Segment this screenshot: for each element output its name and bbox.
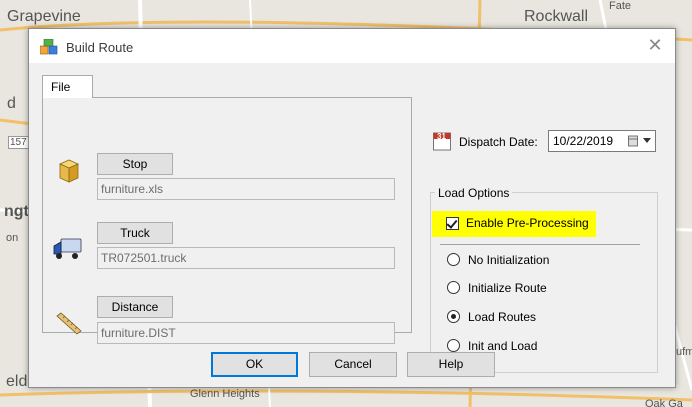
- stop-file-field[interactable]: furniture.xls: [97, 178, 395, 200]
- dialog-body: File Stop furniture.xls Truck TR072501.t…: [29, 63, 675, 387]
- calendar-icon-day: 31: [437, 132, 446, 141]
- truck-file-field[interactable]: TR072501.truck: [97, 247, 395, 269]
- map-label-rockwall: Rockwall: [524, 8, 589, 25]
- tab-file-label: File: [51, 80, 71, 94]
- enable-preprocessing-checkbox[interactable]: [446, 217, 459, 230]
- build-route-dialog: Build Route ✕ File Stop furniture.xls Tr…: [28, 28, 676, 388]
- radio-load-routes[interactable]: [447, 310, 460, 323]
- map-label-edge: ngt: [4, 203, 29, 220]
- map-label-fate: Fate: [609, 0, 632, 12]
- checkmark-icon: [446, 217, 458, 229]
- cancel-button[interactable]: Cancel: [309, 352, 397, 377]
- enable-preprocessing-label[interactable]: Enable Pre-Processing: [466, 216, 589, 230]
- date-picker-calendar-icon[interactable]: [628, 135, 638, 147]
- radio-init-and-load[interactable]: [447, 339, 460, 352]
- ok-button[interactable]: OK: [211, 352, 298, 377]
- tab-file[interactable]: File: [42, 75, 93, 98]
- help-button[interactable]: Help: [407, 352, 495, 377]
- map-label-edge: ufm: [676, 346, 692, 358]
- map-label-glenn-heights: Glenn Heights: [190, 388, 260, 400]
- dialog-title: Build Route: [66, 40, 134, 55]
- radio-load-routes-label[interactable]: Load Routes: [468, 310, 536, 324]
- radio-no-initialization-label[interactable]: No Initialization: [468, 253, 549, 267]
- radio-initialize-route-label[interactable]: Initialize Route: [468, 281, 547, 295]
- map-label-edge: on: [6, 232, 19, 244]
- distance-file-field[interactable]: furniture.DIST: [97, 322, 395, 344]
- map-label-edge: eld: [6, 373, 28, 390]
- radio-init-and-load-label[interactable]: Init and Load: [468, 339, 537, 353]
- map-label-edge: Oak Ga: [645, 398, 683, 407]
- dispatch-date-value: 10/22/2019: [553, 134, 614, 148]
- truck-button[interactable]: Truck: [97, 222, 173, 244]
- build-route-app-icon: [40, 39, 58, 55]
- ruler-icon: [56, 312, 82, 335]
- map-label-edge: d: [7, 95, 16, 112]
- calendar-icon: 31: [433, 131, 451, 151]
- radio-initialize-route[interactable]: [447, 281, 460, 294]
- dispatch-date-label: Dispatch Date:: [459, 135, 538, 149]
- chevron-down-icon[interactable]: [643, 138, 651, 143]
- radio-selected-dot: [451, 314, 456, 319]
- dispatch-date-picker[interactable]: 10/22/2019: [548, 130, 656, 152]
- truck-icon: [53, 238, 82, 259]
- map-label-grapevine: Grapevine: [7, 8, 81, 25]
- radio-no-initialization[interactable]: [447, 253, 460, 266]
- close-icon: ✕: [647, 35, 663, 55]
- close-button[interactable]: ✕: [645, 35, 665, 55]
- map-label-highway: 157: [8, 136, 29, 149]
- load-options-label: Load Options: [435, 186, 513, 200]
- stop-button[interactable]: Stop: [97, 153, 173, 175]
- distance-button[interactable]: Distance: [97, 296, 173, 318]
- dialog-titlebar[interactable]: Build Route ✕: [29, 29, 675, 63]
- file-tab-panel: Stop furniture.xls Truck TR072501.truck …: [42, 97, 412, 344]
- separator: [440, 244, 640, 245]
- stop-box-icon: [59, 159, 79, 183]
